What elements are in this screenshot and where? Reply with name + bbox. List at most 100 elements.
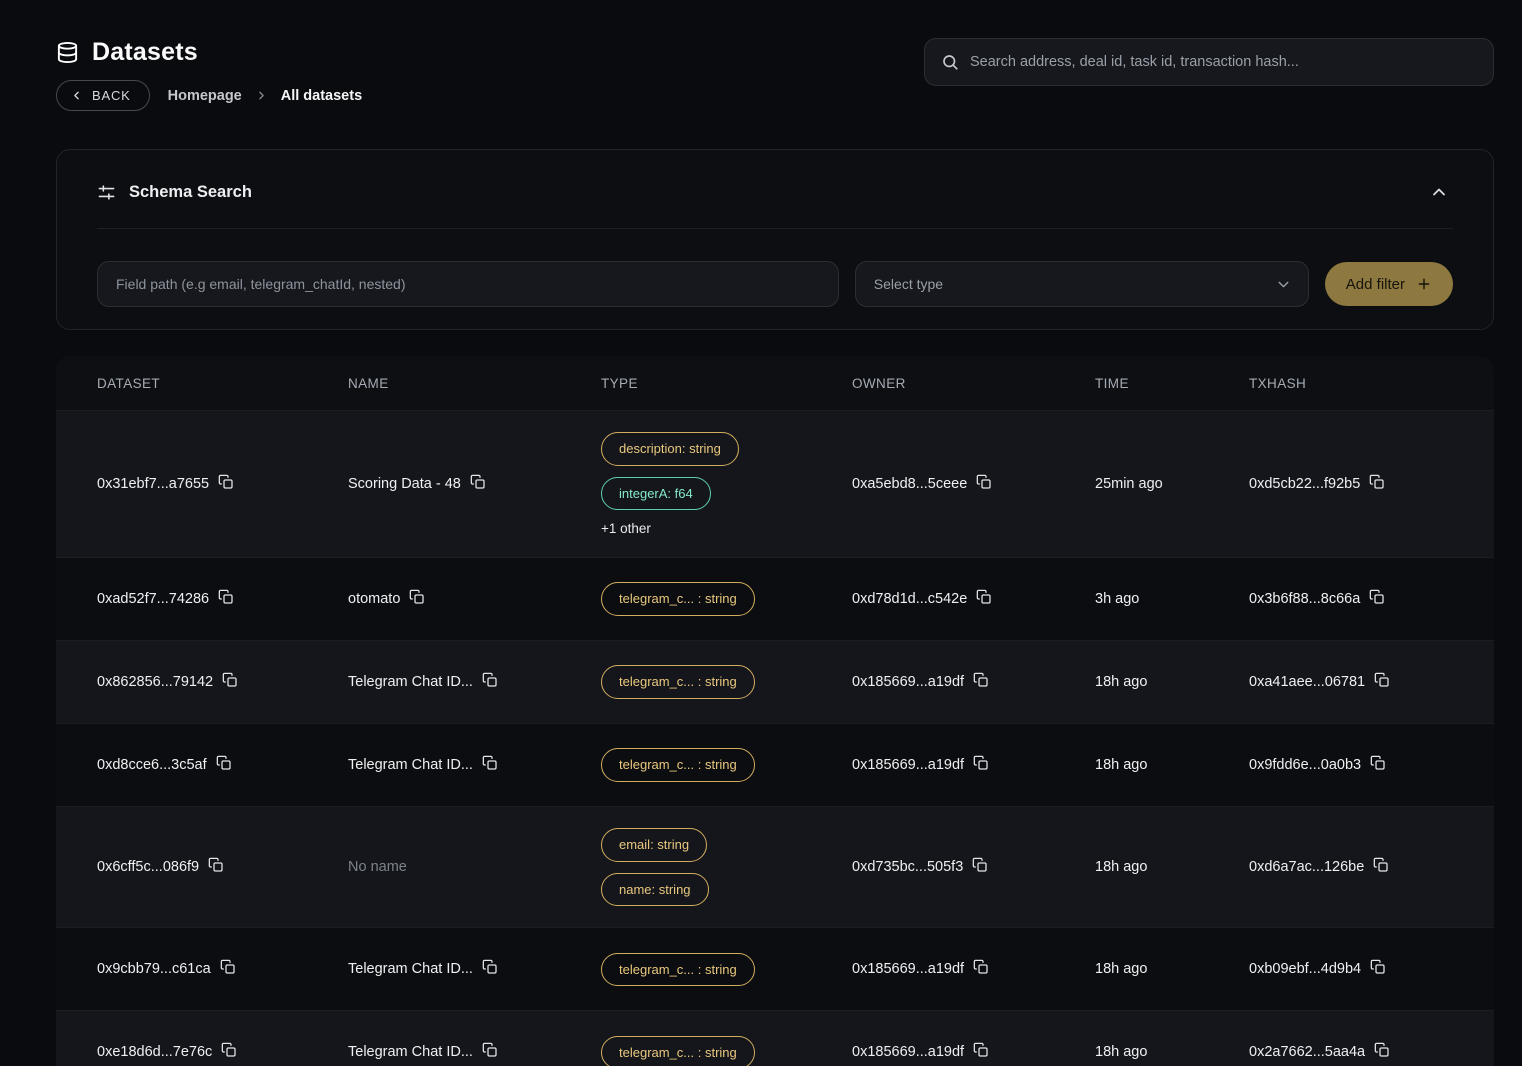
- txhash-cell: 0xd6a7ac...126be: [1249, 859, 1494, 875]
- name-cell: Telegram Chat ID...: [348, 961, 601, 977]
- txhash-cell: 0x9fdd6e...0a0b3: [1249, 757, 1494, 773]
- table-row[interactable]: 0x31ebf7...a7655 Scoring Data - 48 descr…: [56, 410, 1494, 557]
- time-ago: 18h ago: [1095, 961, 1147, 977]
- plus-icon: [1416, 276, 1432, 292]
- chevron-right-icon: [255, 89, 268, 102]
- schema-search-title-row: Schema Search: [97, 183, 252, 202]
- copy-icon[interactable]: [1374, 672, 1390, 688]
- type-badge: telegram_c... : string: [601, 953, 755, 987]
- copy-icon[interactable]: [1369, 474, 1385, 490]
- dataset-id: 0x9cbb79...c61ca: [97, 961, 211, 977]
- name-cell: No name: [348, 859, 601, 875]
- column-header-type[interactable]: TYPE: [601, 376, 852, 391]
- time-cell: 18h ago: [1095, 859, 1249, 875]
- copy-icon[interactable]: [218, 589, 234, 605]
- type-badge: name: string: [601, 873, 709, 907]
- header-left: Datasets BACK Homepage All datasets: [56, 38, 362, 111]
- copy-icon[interactable]: [1370, 959, 1386, 975]
- global-search[interactable]: [924, 38, 1494, 86]
- copy-icon[interactable]: [470, 474, 486, 490]
- type-badge: description: string: [601, 432, 739, 466]
- copy-icon[interactable]: [208, 857, 224, 873]
- tx-hash: 0x9fdd6e...0a0b3: [1249, 757, 1361, 773]
- copy-icon[interactable]: [216, 755, 232, 771]
- table-row[interactable]: 0x862856...79142 Telegram Chat ID... tel…: [56, 640, 1494, 723]
- column-header-txhash[interactable]: TXHASH: [1249, 376, 1494, 391]
- datasets-page: Datasets BACK Homepage All datasets: [56, 38, 1494, 1066]
- owner-cell: 0xa5ebd8...5ceee: [852, 476, 1095, 492]
- copy-icon[interactable]: [482, 1042, 498, 1058]
- column-header-owner[interactable]: OWNER: [852, 376, 1095, 391]
- dataset-name: otomato: [348, 591, 400, 607]
- type-select[interactable]: Select type: [855, 261, 1309, 307]
- owner-cell: 0x185669...a19df: [852, 757, 1095, 773]
- txhash-cell: 0x2a7662...5aa4a: [1249, 1044, 1494, 1060]
- table-row[interactable]: 0xe18d6d...7e76c Telegram Chat ID... tel…: [56, 1010, 1494, 1066]
- copy-icon[interactable]: [976, 474, 992, 490]
- tx-hash: 0x2a7662...5aa4a: [1249, 1044, 1365, 1060]
- type-cell: telegram_c... : string: [601, 727, 852, 803]
- copy-icon[interactable]: [221, 1042, 237, 1058]
- dataset-id: 0x862856...79142: [97, 674, 213, 690]
- owner-address: 0xd78d1d...c542e: [852, 591, 967, 607]
- table-row[interactable]: 0x6cff5c...086f9 No name email: string na…: [56, 806, 1494, 927]
- dataset-name: Telegram Chat ID...: [348, 961, 473, 977]
- time-ago: 25min ago: [1095, 476, 1163, 492]
- copy-icon[interactable]: [973, 1042, 989, 1058]
- field-path-input[interactable]: [97, 261, 839, 307]
- add-filter-label: Add filter: [1346, 276, 1405, 293]
- copy-icon[interactable]: [973, 755, 989, 771]
- type-select-value: Select type: [874, 276, 943, 292]
- name-cell: Telegram Chat ID...: [348, 674, 601, 690]
- column-header-time[interactable]: TIME: [1095, 376, 1249, 391]
- table-row[interactable]: 0xd8cce6...3c5af Telegram Chat ID... tel…: [56, 723, 1494, 806]
- time-cell: 3h ago: [1095, 591, 1249, 607]
- breadcrumb-homepage[interactable]: Homepage: [168, 88, 242, 104]
- owner-cell: 0x185669...a19df: [852, 961, 1095, 977]
- chevron-down-icon: [1275, 276, 1292, 293]
- title-row: Datasets: [56, 38, 362, 67]
- copy-icon[interactable]: [220, 959, 236, 975]
- type-badge: email: string: [601, 828, 707, 862]
- copy-icon[interactable]: [1369, 589, 1385, 605]
- copy-icon[interactable]: [1374, 1042, 1390, 1058]
- copy-icon[interactable]: [482, 959, 498, 975]
- copy-icon[interactable]: [222, 672, 238, 688]
- dataset-cell: 0x6cff5c...086f9: [97, 859, 348, 875]
- breadcrumb-all-datasets: All datasets: [281, 88, 362, 104]
- txhash-cell: 0x3b6f88...8c66a: [1249, 591, 1494, 607]
- search-input[interactable]: [970, 54, 1477, 70]
- copy-icon[interactable]: [1370, 755, 1386, 771]
- back-button[interactable]: BACK: [56, 80, 150, 111]
- filter-row: Select type Add filter: [97, 229, 1453, 329]
- type-cell: description: stringintegerA: f64 +1 othe…: [601, 411, 852, 557]
- type-cell: telegram_c... : string: [601, 1015, 852, 1066]
- copy-icon[interactable]: [1373, 857, 1389, 873]
- datasets-table: DATASET NAME TYPE OWNER TIME TXHASH 0x31…: [56, 356, 1494, 1066]
- time-cell: 25min ago: [1095, 476, 1249, 492]
- dataset-name: No name: [348, 859, 407, 875]
- column-header-name[interactable]: NAME: [348, 376, 601, 391]
- copy-icon[interactable]: [976, 589, 992, 605]
- type-badge: integerA: f64: [601, 477, 711, 511]
- table-row[interactable]: 0x9cbb79...c61ca Telegram Chat ID... tel…: [56, 927, 1494, 1010]
- dataset-id: 0xe18d6d...7e76c: [97, 1044, 212, 1060]
- add-filter-button[interactable]: Add filter: [1325, 262, 1453, 306]
- copy-icon[interactable]: [972, 857, 988, 873]
- time-cell: 18h ago: [1095, 961, 1249, 977]
- txhash-cell: 0xa41aee...06781: [1249, 674, 1494, 690]
- schema-search-panel: Schema Search Select type Add filter: [56, 149, 1494, 330]
- tx-hash: 0x3b6f88...8c66a: [1249, 591, 1360, 607]
- copy-icon[interactable]: [482, 755, 498, 771]
- table-row[interactable]: 0xad52f7...74286 otomato telegram_c... :…: [56, 557, 1494, 640]
- copy-icon[interactable]: [973, 959, 989, 975]
- table-body: 0x31ebf7...a7655 Scoring Data - 48 descr…: [56, 410, 1494, 1066]
- copy-icon[interactable]: [218, 474, 234, 490]
- dataset-id: 0xd8cce6...3c5af: [97, 757, 207, 773]
- copy-icon[interactable]: [482, 672, 498, 688]
- collapse-panel-button[interactable]: [1425, 178, 1453, 206]
- copy-icon[interactable]: [973, 672, 989, 688]
- copy-icon[interactable]: [409, 589, 425, 605]
- time-ago: 18h ago: [1095, 1044, 1147, 1060]
- column-header-dataset[interactable]: DATASET: [97, 376, 348, 391]
